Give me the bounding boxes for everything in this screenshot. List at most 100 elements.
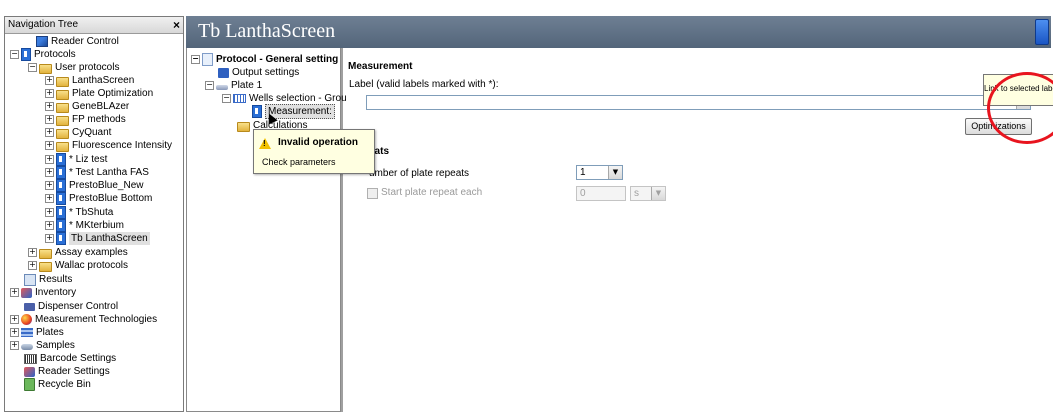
- nav-item-lanthascreen[interactable]: + LanthaScreen: [45, 74, 134, 87]
- expand-icon[interactable]: +: [45, 208, 54, 217]
- nav-item-label: Inventory: [35, 287, 77, 298]
- nav-item-label: Results: [39, 274, 73, 285]
- nav-item-protocols[interactable]: − Protocols: [10, 48, 76, 61]
- expand-icon[interactable]: +: [45, 76, 54, 85]
- invalid-operation-message: Check parameters: [262, 157, 336, 167]
- expand-icon[interactable]: +: [10, 288, 19, 297]
- nav-item-user-protocols[interactable]: − User protocols: [28, 61, 119, 74]
- nav-item-tbshuta[interactable]: + * TbShuta: [45, 206, 113, 219]
- protocol-tree-label: Plate 1: [231, 80, 263, 91]
- plate-repeats-select[interactable]: 1 ▼: [576, 165, 623, 180]
- protocol-tree-plate[interactable]: − Plate 1: [205, 79, 262, 92]
- expand-icon[interactable]: +: [45, 168, 54, 177]
- expand-icon[interactable]: +: [28, 248, 37, 257]
- warning-icon: !: [259, 138, 271, 149]
- collapse-icon[interactable]: −: [205, 81, 214, 90]
- nav-item-label: LanthaScreen: [72, 75, 135, 86]
- expand-icon[interactable]: +: [45, 89, 54, 98]
- nav-item-prestoblue-new[interactable]: + PrestoBlue_New: [45, 179, 143, 192]
- nav-item-measurement-technologies[interactable]: + Measurement Technologies: [10, 313, 157, 326]
- folder-icon: [56, 76, 69, 87]
- nav-item-prestoblue-bottom[interactable]: + PrestoBlue Bottom: [45, 192, 152, 205]
- dispenser-icon: [24, 302, 35, 311]
- expand-icon[interactable]: +: [45, 128, 54, 137]
- nav-item-label: PrestoBlue Bottom: [69, 193, 153, 204]
- nav-item-label: Samples: [36, 340, 75, 351]
- nav-item-results[interactable]: Results: [24, 273, 72, 286]
- start-plate-repeat-checkbox[interactable]: [367, 188, 378, 199]
- nav-item-tb-lanthascreen[interactable]: + Tb LanthaScreen: [45, 232, 150, 245]
- nav-item-fluorescence-intensity[interactable]: + Fluorescence Intensity: [45, 139, 172, 152]
- folder-icon: [56, 141, 69, 152]
- nav-item-wallac-protocols[interactable]: + Wallac protocols: [28, 259, 128, 272]
- reader-settings-icon: [24, 366, 35, 377]
- nav-item-inventory[interactable]: + Inventory: [10, 286, 76, 299]
- time-unit-value: s: [634, 188, 639, 199]
- folder-icon: [56, 89, 69, 100]
- nav-item-plates[interactable]: + Plates: [10, 326, 64, 339]
- protocol-icon: [56, 219, 66, 232]
- expand-icon[interactable]: +: [45, 221, 54, 230]
- expand-icon[interactable]: +: [10, 315, 19, 324]
- start-plate-repeat-label: Start plate repeat each: [381, 187, 483, 198]
- collapse-icon[interactable]: −: [191, 55, 200, 64]
- chevron-down-icon[interactable]: ▼: [651, 187, 665, 200]
- nav-item-liz-test[interactable]: + * Liz test: [45, 153, 107, 166]
- expand-icon[interactable]: +: [28, 261, 37, 270]
- navigation-tree-title: Navigation Tree: [8, 19, 79, 30]
- expand-icon[interactable]: +: [45, 141, 54, 150]
- label-select[interactable]: ▼: [366, 95, 1031, 110]
- nav-item-cyquant[interactable]: + CyQuant: [45, 126, 111, 139]
- start-plate-repeat-value: 0: [580, 188, 586, 199]
- expand-icon[interactable]: +: [10, 341, 19, 350]
- nav-item-plate-optimization[interactable]: + Plate Optimization: [45, 87, 153, 100]
- expand-icon[interactable]: +: [45, 115, 54, 124]
- nav-item-reader-control[interactable]: Reader Control: [36, 35, 119, 48]
- collapse-icon[interactable]: −: [222, 94, 231, 103]
- nav-item-label: User protocols: [55, 62, 120, 73]
- measurement-step-icon: [252, 105, 262, 118]
- nav-item-samples[interactable]: + Samples: [10, 339, 75, 352]
- close-icon[interactable]: ×: [173, 17, 180, 33]
- nav-item-recycle-bin[interactable]: Recycle Bin: [24, 378, 91, 391]
- nav-item-dispenser-control[interactable]: Dispenser Control: [24, 300, 118, 313]
- protocol-tree-root[interactable]: − Protocol - General setting: [191, 53, 338, 66]
- book-icon[interactable]: [1035, 19, 1049, 45]
- expand-icon[interactable]: +: [45, 181, 54, 190]
- collapse-icon[interactable]: −: [28, 63, 37, 72]
- protocol-title-bar: Tb LanthaScreen: [186, 16, 1051, 48]
- folder-icon: [39, 248, 52, 259]
- nav-item-test-lantha-fas[interactable]: + * Test Lantha FAS: [45, 166, 149, 179]
- nav-item-geneblazer[interactable]: + GeneBLAzer: [45, 100, 129, 113]
- nav-item-label: * Liz test: [69, 154, 108, 165]
- nav-item-mkterbium[interactable]: + * MKterbium: [45, 219, 124, 232]
- start-plate-repeat-input[interactable]: 0: [576, 186, 626, 201]
- inventory-icon: [21, 287, 32, 298]
- time-unit-select[interactable]: s ▼: [630, 186, 666, 201]
- expand-icon[interactable]: +: [10, 328, 19, 337]
- recycle-bin-icon: [24, 378, 35, 391]
- collapse-icon[interactable]: −: [10, 50, 19, 59]
- protocol-tree-output-settings[interactable]: Output settings: [218, 66, 299, 79]
- nav-item-label: Assay examples: [55, 247, 128, 258]
- folder-icon: [56, 102, 69, 113]
- expand-icon[interactable]: +: [45, 194, 54, 203]
- nav-item-fp-methods[interactable]: + FP methods: [45, 113, 126, 126]
- expand-icon[interactable]: +: [45, 102, 54, 111]
- protocol-icon: [56, 232, 66, 245]
- expand-icon[interactable]: +: [45, 155, 54, 164]
- output-settings-icon: [218, 67, 229, 78]
- folder-icon: [39, 261, 52, 272]
- nav-item-label: Recycle Bin: [38, 379, 91, 390]
- nav-item-label: Wallac protocols: [55, 260, 128, 271]
- nav-item-barcode-settings[interactable]: Barcode Settings: [24, 352, 116, 365]
- chevron-down-icon[interactable]: ▼: [608, 166, 622, 179]
- invalid-operation-tooltip: ! Invalid operation Check parameters: [253, 129, 375, 174]
- nav-item-assay-examples[interactable]: + Assay examples: [28, 246, 128, 259]
- nav-item-label: * MKterbium: [69, 220, 125, 231]
- nav-item-reader-settings[interactable]: Reader Settings: [24, 365, 110, 378]
- reader-icon: [36, 36, 48, 47]
- expand-icon[interactable]: +: [45, 234, 54, 243]
- protocol-page-icon: [202, 53, 213, 66]
- plate-repeats-label: umber of plate repeats: [369, 168, 470, 179]
